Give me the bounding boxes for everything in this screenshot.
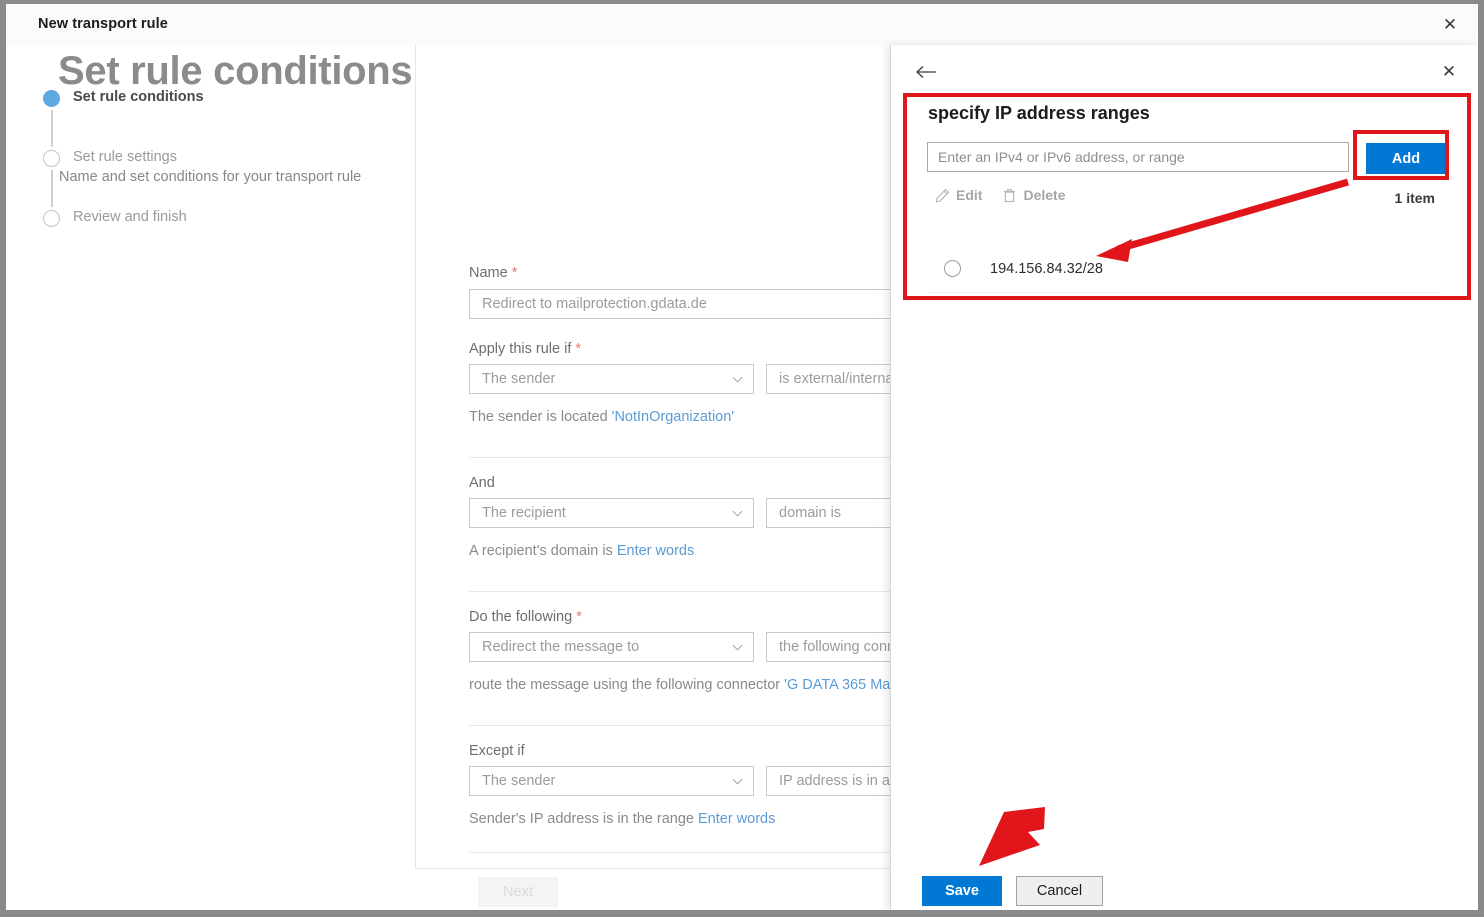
- save-button[interactable]: Save: [922, 876, 1002, 906]
- cancel-button[interactable]: Cancel: [1016, 876, 1103, 906]
- except-if-helper-text: Sender's IP address is in the range Ente…: [469, 811, 776, 827]
- enter-words-link[interactable]: Enter words: [698, 811, 775, 827]
- page-title: Set rule conditions: [58, 49, 413, 93]
- dropdown-value: the following conne: [779, 639, 904, 655]
- section-divider: [469, 591, 939, 592]
- trash-icon: [1004, 188, 1016, 202]
- window-title: New transport rule: [38, 16, 168, 32]
- dropdown-value: The recipient: [482, 505, 566, 521]
- section-divider: [469, 852, 939, 853]
- close-icon: ✕: [1441, 61, 1457, 82]
- step-connector-line: [51, 170, 53, 207]
- wizard-step-label: Set rule settings: [73, 149, 177, 165]
- apply-rule-if-label: Apply this rule if *: [469, 341, 582, 357]
- back-arrow-icon: [916, 66, 936, 78]
- name-input-value: Redirect to mailprotection.gdata.de: [482, 296, 707, 312]
- required-marker: *: [511, 265, 518, 281]
- not-in-organization-link[interactable]: 'NotInOrganization': [612, 409, 734, 425]
- list-command-bar: Edit Delete: [935, 187, 1065, 203]
- except-if-label: Except if: [469, 743, 525, 759]
- item-count-label: 1 item: [1394, 190, 1435, 206]
- apply-rule-if-helper-text: The sender is located 'NotInOrganization…: [469, 409, 735, 425]
- edit-label: Edit: [956, 187, 983, 203]
- do-following-helper-text: route the message using the following co…: [469, 677, 916, 693]
- specify-ip-ranges-flyout: ✕ specify IP address ranges Enter an IPv…: [890, 45, 1478, 910]
- dropdown-value: IP address is in any: [779, 773, 906, 789]
- dropdown-value: Redirect the message to: [482, 639, 640, 655]
- dropdown-value: domain is: [779, 505, 842, 521]
- ip-address-input[interactable]: Enter an IPv4 or IPv6 address, or range: [927, 142, 1349, 172]
- window-close-button[interactable]: ✕: [1436, 12, 1464, 38]
- section-divider: [469, 457, 939, 458]
- edit-button[interactable]: Edit: [935, 187, 982, 203]
- flyout-close-button[interactable]: ✕: [1435, 58, 1463, 86]
- chevron-down-icon: [732, 510, 743, 517]
- and-predicate-dropdown[interactable]: The recipient: [469, 498, 754, 528]
- and-section-label: And: [469, 475, 495, 491]
- flyout-title: specify IP address ranges: [928, 103, 1150, 123]
- new-transport-rule-window: New transport rule ✕ Set rule conditions…: [6, 4, 1478, 910]
- wizard-step-label: Review and finish: [73, 209, 187, 225]
- enter-words-link[interactable]: Enter words: [617, 543, 694, 559]
- dropdown-value: The sender: [482, 773, 556, 789]
- pencil-icon: [935, 188, 950, 202]
- close-icon: ✕: [1442, 14, 1458, 35]
- do-following-label: Do the following *: [469, 609, 582, 625]
- delete-label: Delete: [1023, 187, 1066, 203]
- table-row[interactable]: 194.156.84.32/28: [928, 247, 1440, 293]
- except-if-predicate-dropdown[interactable]: The sender: [469, 766, 754, 796]
- row-select-radio[interactable]: [944, 260, 961, 277]
- flyout-back-button[interactable]: [911, 58, 941, 86]
- chevron-down-icon: [732, 644, 743, 651]
- next-button[interactable]: Next: [478, 877, 558, 907]
- dropdown-value: The sender: [482, 371, 556, 387]
- dropdown-value: is external/internal: [779, 371, 897, 387]
- step-connector-line: [51, 110, 53, 147]
- step-indicator-icon: [43, 210, 60, 227]
- required-marker: *: [576, 609, 582, 625]
- add-button[interactable]: Add: [1366, 143, 1446, 174]
- chevron-down-icon: [732, 376, 743, 383]
- step-indicator-icon: [43, 150, 60, 167]
- delete-button[interactable]: Delete: [1002, 187, 1065, 203]
- do-following-predicate-dropdown[interactable]: Redirect the message to: [469, 632, 754, 662]
- section-divider: [469, 725, 939, 726]
- and-helper-text: A recipient's domain is Enter words: [469, 543, 695, 559]
- chevron-down-icon: [732, 778, 743, 785]
- ip-range-value: 194.156.84.32/28: [990, 261, 1103, 277]
- window-titlebar: New transport rule ✕: [6, 4, 1478, 46]
- apply-rule-if-predicate-dropdown[interactable]: The sender: [469, 364, 754, 394]
- required-marker: *: [575, 341, 582, 357]
- page-subtitle: Name and set conditions for your transpo…: [59, 169, 362, 185]
- name-field-label: Name *: [469, 265, 518, 281]
- name-input[interactable]: Redirect to mailprotection.gdata.de: [469, 289, 912, 319]
- screen-background: New transport rule ✕ Set rule conditions…: [0, 0, 1484, 917]
